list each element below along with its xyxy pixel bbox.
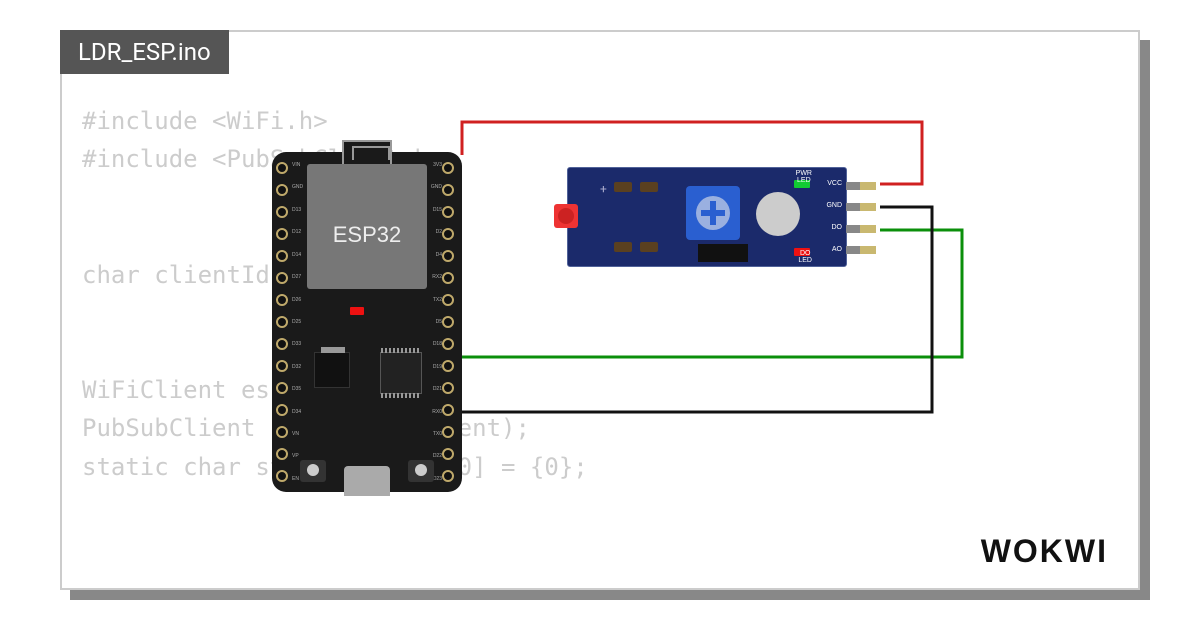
ldr-pin bbox=[846, 246, 876, 254]
ldr-pot-slot-icon bbox=[701, 210, 725, 216]
ldr-capacitor-icon bbox=[640, 182, 658, 192]
ldr-round-component-icon bbox=[756, 192, 800, 236]
ldr-module-board[interactable]: + PWR LED DO LED VCC GND DO AO bbox=[567, 167, 847, 267]
ldr-potentiometer[interactable] bbox=[686, 186, 740, 240]
ldr-pwr-led-icon bbox=[794, 180, 810, 188]
ldr-capacitor-icon bbox=[614, 242, 632, 252]
ldr-pin bbox=[846, 203, 876, 211]
ldr-do-led-label: DO LED bbox=[798, 250, 812, 264]
code-preview: #include <WiFi.h> #include <PubSubClient… bbox=[82, 102, 588, 486]
ldr-pin-label-ao: AO bbox=[832, 246, 842, 253]
ldr-pin-label-gnd: GND bbox=[826, 202, 842, 209]
wokwi-logo: WOKWI bbox=[981, 533, 1108, 570]
ldr-pin-label-vcc: VCC bbox=[827, 180, 842, 187]
ldr-pwr-led-label: PWR LED bbox=[796, 170, 812, 184]
ldr-capacitor-icon bbox=[640, 242, 658, 252]
ldr-pot-slot-icon bbox=[710, 201, 716, 225]
ldr-pin bbox=[846, 225, 876, 233]
ldr-capacitor-icon bbox=[614, 182, 632, 192]
ldr-pin bbox=[846, 182, 876, 190]
ldr-header-pins bbox=[846, 182, 876, 254]
ldr-comparator-chip-icon bbox=[698, 244, 748, 262]
ldr-polarity-mark: + bbox=[600, 182, 607, 196]
ldr-do-led-icon bbox=[794, 248, 810, 256]
logo-text: WOKWI bbox=[981, 533, 1108, 569]
ldr-pin-label-do: DO bbox=[832, 224, 843, 231]
project-card: LDR_ESP.ino #include <WiFi.h> #include <… bbox=[60, 30, 1140, 590]
filename-tab: LDR_ESP.ino bbox=[60, 30, 229, 74]
filename-text: LDR_ESP.ino bbox=[78, 38, 211, 66]
